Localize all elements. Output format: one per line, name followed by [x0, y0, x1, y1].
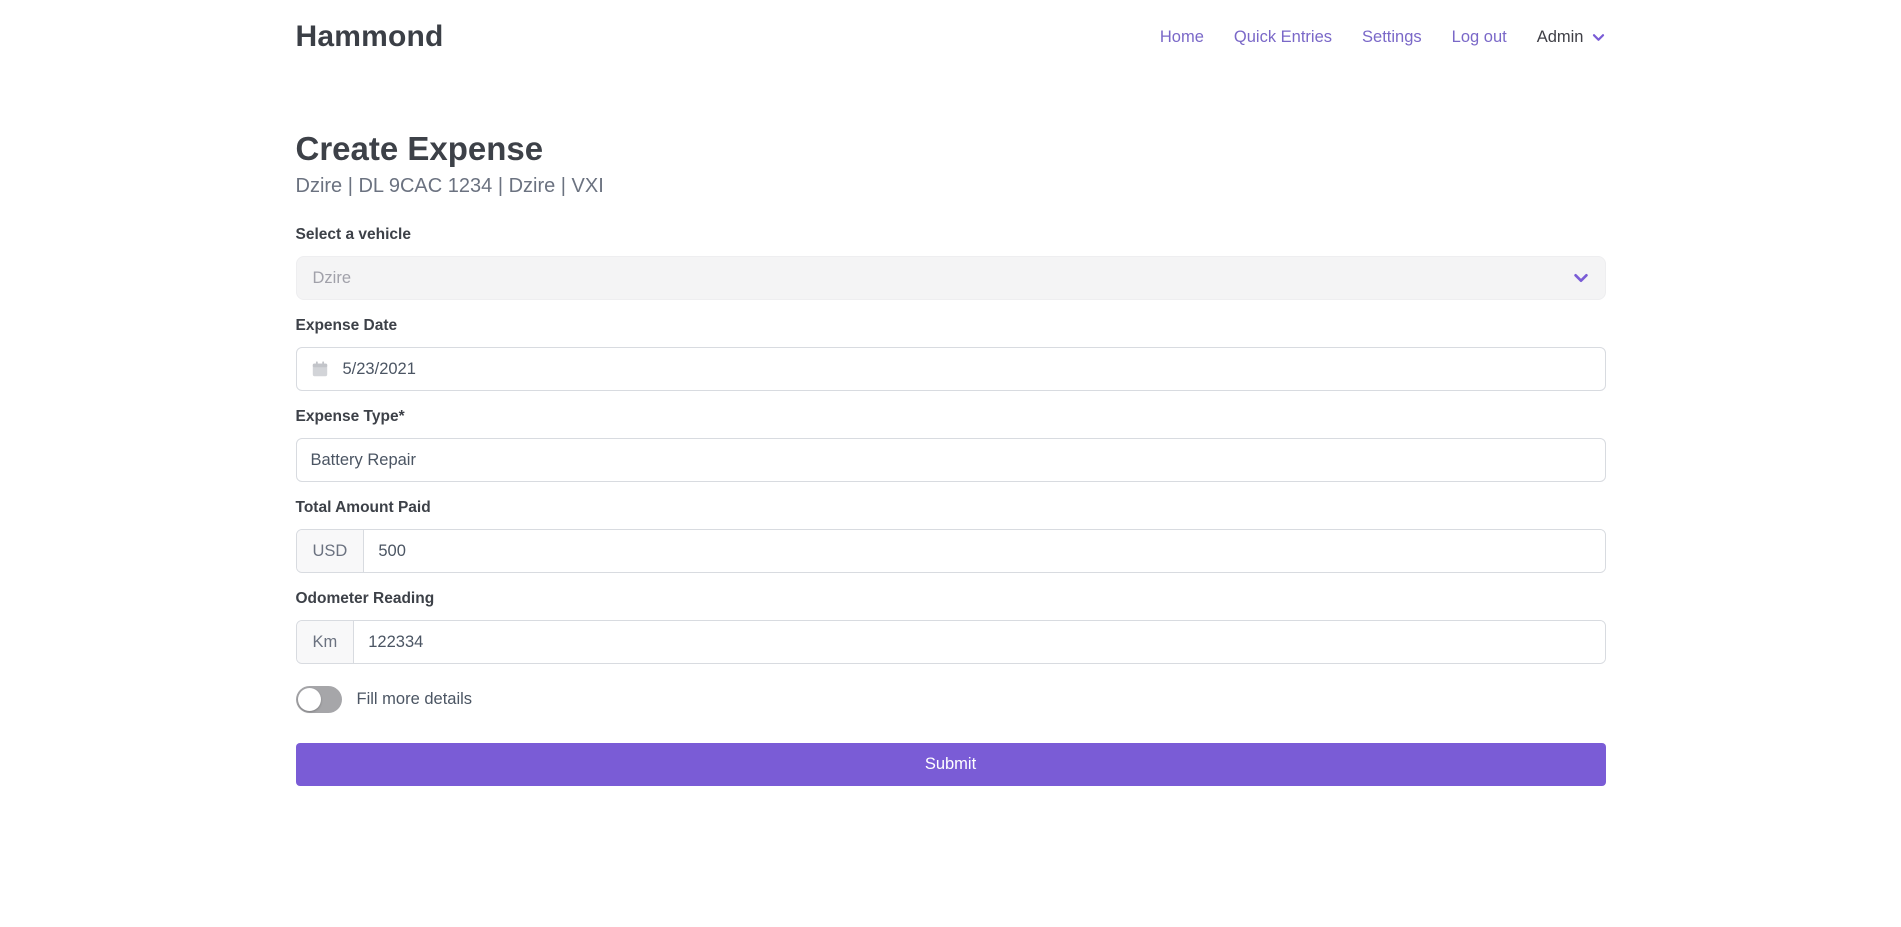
main-content: Create Expense Dzire | DL 9CAC 1234 | Dz…: [296, 130, 1606, 786]
expense-type-input[interactable]: [296, 438, 1606, 482]
unit-prefix: Km: [297, 621, 355, 663]
nav-links: Home Quick Entries Settings Log out Admi…: [1160, 28, 1606, 47]
submit-button[interactable]: Submit: [296, 743, 1606, 786]
expense-type-label: Expense Type*: [296, 408, 1606, 426]
create-expense-form: Select a vehicle Dzire Expense Date Expe…: [296, 226, 1606, 786]
total-amount-label: Total Amount Paid: [296, 499, 1606, 517]
currency-prefix: USD: [297, 530, 365, 572]
calendar-icon: [311, 360, 329, 378]
nav-link-home[interactable]: Home: [1160, 28, 1204, 47]
user-menu-label: Admin: [1537, 28, 1584, 47]
vehicle-select[interactable]: Dzire: [296, 256, 1606, 300]
odometer-group: Km: [296, 620, 1606, 664]
total-amount-group: USD: [296, 529, 1606, 573]
chevron-down-icon: [1591, 30, 1606, 45]
vehicle-select-label: Select a vehicle: [296, 226, 1606, 244]
vehicle-summary: Dzire | DL 9CAC 1234 | Dzire | VXI: [296, 175, 1606, 198]
toggle-label: Fill more details: [357, 690, 473, 709]
navbar: Hammond Home Quick Entries Settings Log …: [0, 0, 1901, 72]
page-head: Create Expense Dzire | DL 9CAC 1234 | Dz…: [296, 130, 1606, 198]
total-amount-input[interactable]: [364, 530, 1604, 572]
expense-date-input[interactable]: [296, 347, 1606, 391]
fill-more-details-toggle[interactable]: [296, 686, 342, 713]
odometer-input[interactable]: [354, 621, 1604, 663]
page-title: Create Expense: [296, 130, 1606, 168]
vehicle-select-wrap: Dzire: [296, 256, 1606, 300]
odometer-label: Odometer Reading: [296, 590, 1606, 608]
nav-link-quick-entries[interactable]: Quick Entries: [1234, 28, 1332, 47]
expense-date-label: Expense Date: [296, 317, 1606, 335]
brand-logo[interactable]: Hammond: [296, 20, 444, 54]
user-menu[interactable]: Admin: [1537, 28, 1606, 47]
expense-date-wrap: [296, 347, 1606, 391]
toggle-knob: [298, 688, 321, 711]
more-details-row: Fill more details: [296, 686, 1606, 713]
nav-link-settings[interactable]: Settings: [1362, 28, 1422, 47]
nav-link-logout[interactable]: Log out: [1452, 28, 1507, 47]
